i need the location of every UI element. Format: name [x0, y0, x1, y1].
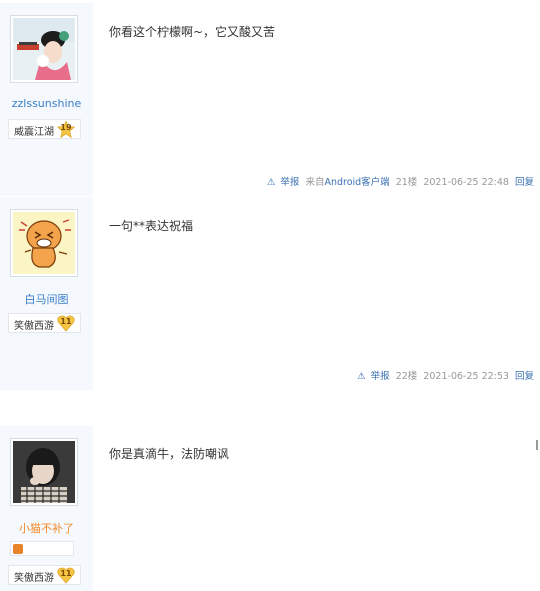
post-content: 你是真滴牛，法防嘲讽: [109, 447, 230, 461]
rank-badge: 威震江湖 19: [8, 119, 81, 139]
rank-level: 11: [60, 317, 72, 326]
post-time: 2021-06-25 22:53: [423, 371, 509, 382]
rank-name: 笑傲西游: [14, 321, 54, 332]
post-content: 你看这个柠檬啊~，它又酸又苦: [109, 25, 276, 39]
post-content: 一句**表达祝福: [109, 219, 194, 233]
rank-heart-badge-icon: 11: [57, 567, 75, 584]
medal-bar: [10, 541, 74, 556]
avatar[interactable]: [10, 209, 78, 277]
post-meta: ⚠ 举报 22楼 2021-06-25 22:53 回复: [357, 368, 534, 382]
scrollbar-thumb[interactable]: [536, 440, 538, 450]
rank-level: 19: [60, 123, 72, 132]
warning-triangle-icon: ⚠: [266, 177, 276, 188]
report-link[interactable]: ⚠ 举报: [357, 371, 390, 382]
rank-level: 11: [60, 569, 72, 578]
rank-name: 威震江湖: [14, 127, 54, 138]
username[interactable]: 小猫不补了: [0, 520, 93, 536]
floor-number: 21楼: [395, 177, 418, 188]
avatar[interactable]: [10, 438, 78, 506]
post-time: 2021-06-25 22:48: [423, 177, 509, 188]
medal-icon: [13, 544, 23, 554]
report-link[interactable]: ⚠ 举报: [267, 177, 300, 188]
client-source: 来自Android客户端: [305, 177, 390, 188]
rank-badge: 笑傲西游 11: [8, 313, 81, 333]
floor-number: 22楼: [395, 371, 418, 382]
warning-triangle-icon: ⚠: [357, 371, 366, 382]
rank-star-badge-icon: 19: [56, 120, 76, 139]
post-23: 小猫不补了 笑傲西游 11 你是真滴牛，法防嘲讽: [0, 426, 540, 591]
username[interactable]: 白马间图: [0, 291, 93, 307]
post-22: 白马间图 笑傲西游 11 一句**表达祝福 ⚠ 举报 22楼 2021-06-25…: [0, 197, 540, 390]
rank-badge: 笑傲西游 11: [8, 565, 81, 585]
reply-link[interactable]: 回复: [515, 177, 534, 188]
username[interactable]: zzlssunshine: [0, 97, 93, 110]
reply-link[interactable]: 回复: [515, 371, 534, 382]
post-meta: ⚠ 举报 来自Android客户端 21楼 2021-06-25 22:48 回复: [267, 174, 534, 188]
rank-name: 笑傲西游: [14, 573, 54, 584]
avatar[interactable]: [10, 15, 78, 83]
post-21: zzlssunshine 威震江湖 19 你看这个柠檬啊~，它又酸又苦 ⚠ 举报 …: [0, 3, 540, 196]
client-name-link[interactable]: Android客户端: [324, 177, 389, 188]
rank-heart-badge-icon: 11: [57, 315, 75, 332]
